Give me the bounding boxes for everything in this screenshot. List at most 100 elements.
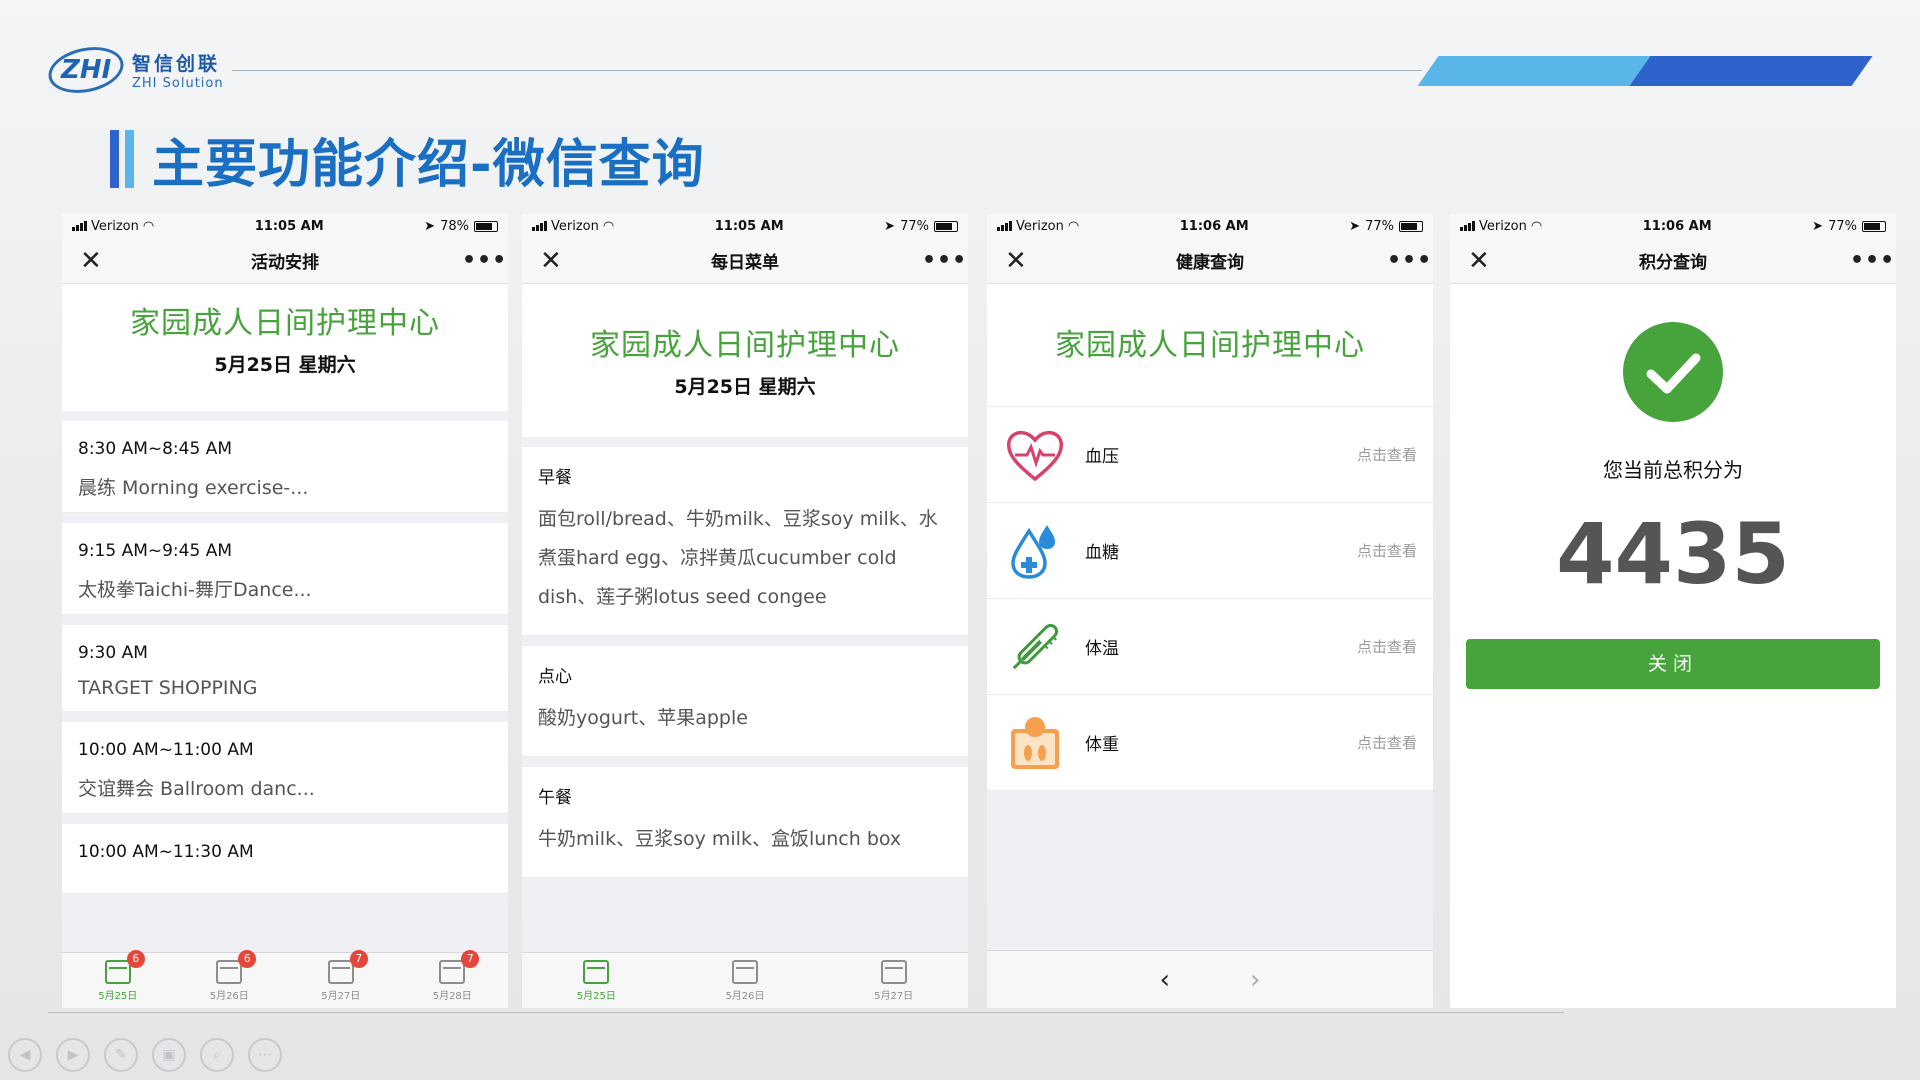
activity-item[interactable]: 10:00 AM~11:30 AM: [62, 824, 508, 894]
phone-points: Verizon ◠ 11:06 AM ➤ 77% ✕ 积分查询 ••• 您当前总积分…: [1450, 214, 1896, 1008]
carrier: Verizon: [91, 218, 139, 234]
heart-pulse-icon: [1003, 423, 1067, 487]
header-block: 家园成人日间护理中心 5月25日 星期六: [62, 284, 508, 411]
view-link[interactable]: 点击查看: [1357, 732, 1417, 753]
activity-item[interactable]: 10:00 AM~11:00 AM 交谊舞会 Ballroom danc...: [62, 722, 508, 814]
meal-items: 酸奶yogurt、苹果apple: [538, 707, 748, 729]
more-icon[interactable]: ⋯: [248, 1038, 282, 1072]
date-tab-bar: 6 5月25日 6 5月26日 7 5月27日 7 5月28日: [62, 949, 508, 1008]
view-link[interactable]: 点击查看: [1357, 444, 1417, 465]
signal-icon: [997, 221, 1012, 231]
tab-date[interactable]: 5月26日: [710, 959, 780, 1002]
close-icon[interactable]: ✕: [1005, 246, 1033, 276]
thermometer-icon: [1003, 615, 1067, 679]
status-time: 11:06 AM: [1642, 218, 1712, 234]
pager: ‹ ›: [987, 950, 1433, 1008]
logo-mark: ZHI: [44, 40, 128, 100]
header-block: 家园成人日间护理中心 5月25日 星期六: [522, 284, 968, 437]
close-icon[interactable]: ✕: [1468, 246, 1496, 276]
status-time: 11:06 AM: [1179, 218, 1249, 234]
wifi-icon: ◠: [142, 218, 155, 234]
success-check-icon: [1623, 322, 1723, 422]
signal-icon: [532, 221, 547, 231]
tab-date[interactable]: 5月27日: [859, 959, 929, 1002]
phone-activities: Verizon ◠ 11:05 AM ➤ 78% ✕ 活动安排 ••• 家园成人日间…: [62, 214, 508, 1008]
logo-mark-text: ZHI: [60, 55, 112, 86]
more-icon[interactable]: •••: [1850, 248, 1894, 273]
meal-section: 早餐 面包roll/bread、牛奶milk、豆浆soy milk、水煮蛋har…: [522, 447, 968, 636]
footer-divider: [48, 1012, 1564, 1013]
carrier: Verizon: [551, 218, 599, 234]
activity-item[interactable]: 8:30 AM~8:45 AM 晨练 Morning exercise-...: [62, 421, 508, 513]
activity-desc: 晨练 Morning exercise-...: [78, 477, 309, 499]
prev-page-icon[interactable]: ‹: [1160, 965, 1170, 995]
count-badge: 7: [461, 949, 480, 968]
view-link[interactable]: 点击查看: [1357, 636, 1417, 657]
tab-date[interactable]: 5月25日: [561, 959, 631, 1002]
close-icon[interactable]: ✕: [80, 246, 108, 276]
meal-name: 点心: [538, 667, 572, 687]
tab-label: 5月25日: [576, 990, 616, 1002]
battery-icon: [1398, 220, 1423, 232]
calendar-icon: [327, 959, 354, 984]
carrier: Verizon: [1016, 218, 1064, 234]
status-bar: Verizon ◠ 11:06 AM ➤ 77%: [1450, 214, 1896, 238]
tab-label: 5月26日: [725, 990, 765, 1002]
location-icon: ➤: [1349, 218, 1361, 234]
tab-date[interactable]: 6 5月25日: [83, 949, 153, 1002]
header-divider: [232, 70, 1422, 71]
center-name: 家园成人日间护理中心: [130, 306, 440, 341]
brand-name-cn: 智信创联: [132, 53, 221, 75]
screens-icon[interactable]: ▣: [152, 1038, 186, 1072]
more-icon[interactable]: •••: [462, 248, 506, 273]
view-link[interactable]: 点击查看: [1357, 540, 1417, 561]
zoom-icon[interactable]: ⌕: [200, 1038, 234, 1072]
signal-icon: [1460, 221, 1475, 231]
phone-health: Verizon ◠ 11:06 AM ➤ 77% ✕ 健康查询 ••• 家园成人日间…: [987, 214, 1433, 1008]
status-time: 11:05 AM: [714, 218, 784, 234]
tab-date[interactable]: 7 5月27日: [306, 949, 376, 1002]
location-icon: ➤: [1812, 218, 1824, 234]
activity-item[interactable]: 9:15 AM~9:45 AM 太极拳Taichi-舞厅Dance...: [62, 523, 508, 615]
activity-desc: 交谊舞会 Ballroom danc...: [78, 778, 315, 800]
slideshow-controls: ◀ ▶ ✎ ▣ ⌕ ⋯: [8, 1038, 282, 1072]
brand-name-en: ZHI Solution: [132, 76, 224, 91]
health-row-weight[interactable]: 体重 点击查看: [987, 695, 1433, 791]
pen-icon[interactable]: ✎: [104, 1038, 138, 1072]
battery-icon: [1861, 220, 1886, 232]
nav-title: 积分查询: [1639, 253, 1707, 273]
health-row-blood-sugar[interactable]: 血糖 点击查看: [987, 503, 1433, 599]
close-icon[interactable]: ✕: [540, 246, 568, 276]
health-row-blood-pressure[interactable]: 血压 点击查看: [987, 407, 1433, 503]
more-icon[interactable]: •••: [922, 248, 966, 273]
menu-doc-icon: [880, 959, 907, 984]
activity-time: 10:00 AM~11:00 AM: [78, 740, 254, 760]
activity-item[interactable]: 9:30 AM TARGET SHOPPING: [62, 625, 508, 712]
tab-label: 5月27日: [874, 990, 914, 1002]
activity-desc: 太极拳Taichi-舞厅Dance...: [78, 579, 312, 601]
nav-bar: ✕ 积分查询 •••: [1450, 238, 1896, 284]
slide-title: 主要功能介绍-微信查询: [152, 135, 705, 195]
count-badge: 6: [238, 949, 257, 968]
calendar-icon: [104, 959, 131, 984]
battery-percent: 77%: [1365, 218, 1394, 234]
health-row-temperature[interactable]: 体温 点击查看: [987, 599, 1433, 695]
next-page-icon[interactable]: ›: [1250, 965, 1260, 995]
nav-title: 活动安排: [251, 253, 319, 273]
tab-date[interactable]: 6 5月26日: [194, 949, 264, 1002]
center-name: 家园成人日间护理中心: [590, 328, 900, 363]
health-label: 体重: [1085, 735, 1119, 755]
close-button[interactable]: 关闭: [1466, 639, 1880, 689]
tab-label: 5月28日: [432, 990, 472, 1002]
next-icon[interactable]: ▶: [56, 1038, 90, 1072]
tab-label: 5月25日: [98, 990, 138, 1002]
tab-label: 5月26日: [209, 990, 249, 1002]
more-icon[interactable]: •••: [1387, 248, 1431, 273]
tab-date[interactable]: 7 5月28日: [417, 949, 487, 1002]
carrier: Verizon: [1479, 218, 1527, 234]
meal-name: 午餐: [538, 788, 572, 808]
wifi-icon: ◠: [602, 218, 615, 234]
prev-icon[interactable]: ◀: [8, 1038, 42, 1072]
activity-time: 9:30 AM: [78, 643, 148, 663]
phone-menu: Verizon ◠ 11:05 AM ➤ 77% ✕ 每日菜单 ••• 家园成人日间…: [522, 214, 968, 1008]
